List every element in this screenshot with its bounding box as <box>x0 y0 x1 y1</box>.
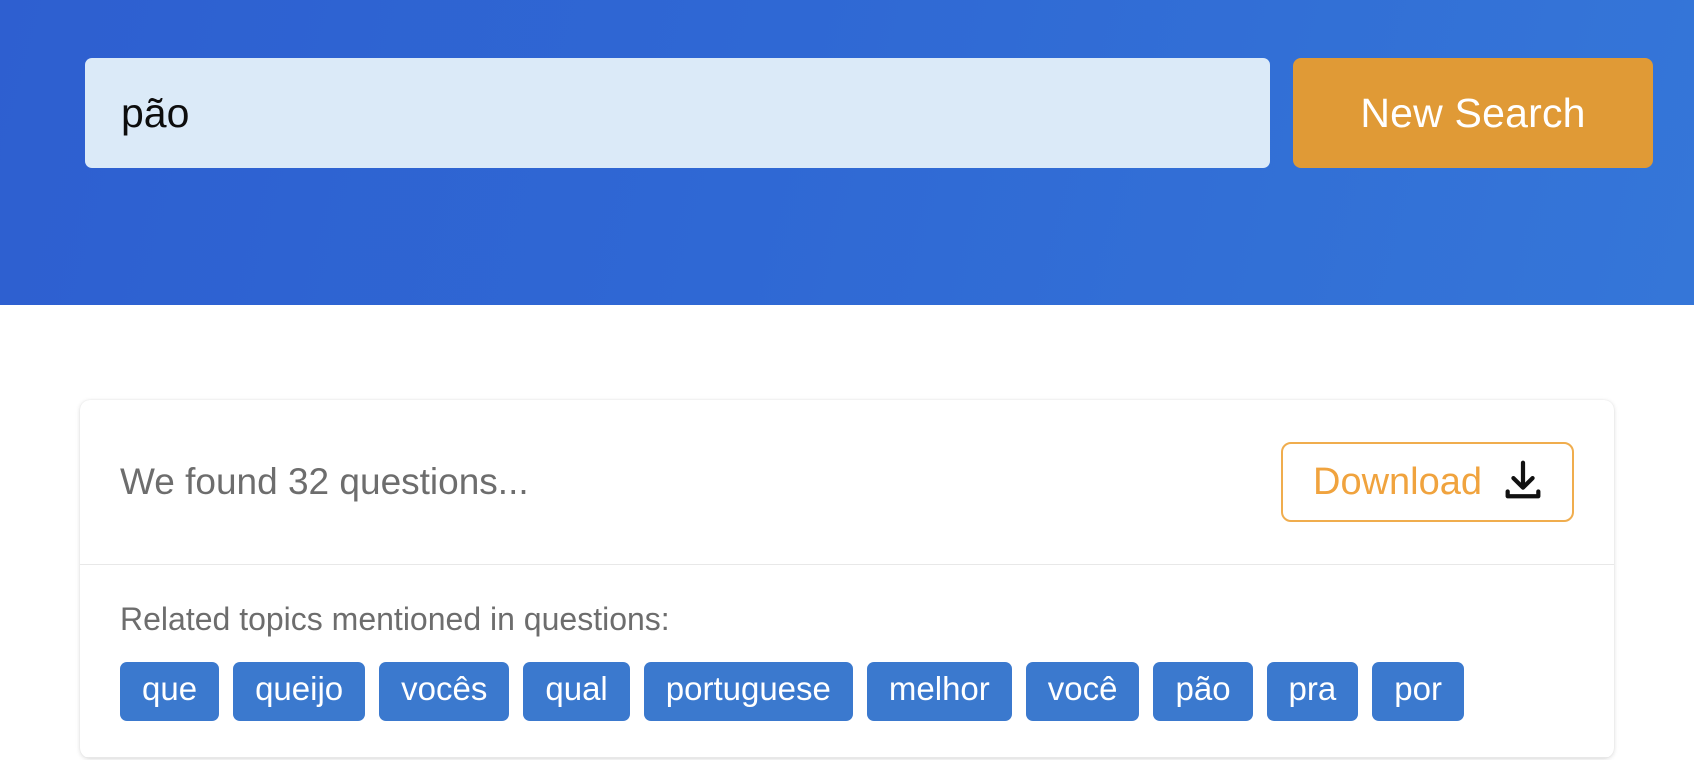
topic-tag[interactable]: pão <box>1153 662 1253 721</box>
topic-tag[interactable]: pra <box>1266 662 1359 721</box>
results-card-header: We found 32 questions... Download <box>80 400 1614 565</box>
download-icon <box>1500 457 1546 508</box>
results-count-text: We found 32 questions... <box>120 461 529 502</box>
new-search-button[interactable]: New Search <box>1293 58 1653 168</box>
results-card: We found 32 questions... Download Relate… <box>80 400 1614 758</box>
download-button[interactable]: Download <box>1281 442 1574 522</box>
search-input[interactable] <box>85 58 1270 168</box>
topic-tag[interactable]: você <box>1025 662 1140 721</box>
topic-tag[interactable]: melhor <box>866 662 1012 721</box>
search-row: New Search <box>85 58 1653 168</box>
download-button-label: Download <box>1313 461 1482 503</box>
page-body: We found 32 questions... Download Relate… <box>0 305 1694 760</box>
topic-tag[interactable]: vocês <box>379 662 510 721</box>
topic-tag[interactable]: queijo <box>233 662 366 721</box>
topic-tag[interactable]: qual <box>523 662 630 721</box>
topic-tag[interactable]: portuguese <box>643 662 853 721</box>
topic-tag[interactable]: por <box>1372 662 1464 721</box>
related-topics-section: Related topics mentioned in questions: q… <box>80 565 1614 758</box>
topic-tag[interactable]: que <box>120 662 220 721</box>
related-topics-label: Related topics mentioned in questions: <box>120 601 670 637</box>
search-header: New Search <box>0 0 1694 305</box>
related-topics-list: que queijo vocês qual portuguese melhor você pã… <box>120 662 1574 721</box>
